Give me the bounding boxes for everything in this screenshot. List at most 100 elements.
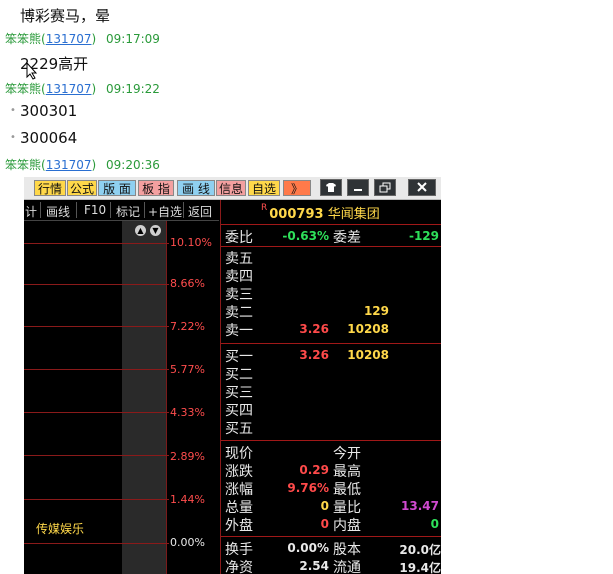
grid-line <box>24 412 169 413</box>
sector-label: 传媒娱乐 <box>36 522 85 536</box>
bullet-icon: • <box>10 132 16 143</box>
divider <box>221 246 441 247</box>
toolbar-item-f10[interactable]: F10 <box>84 203 106 217</box>
stock-flag: R <box>261 203 268 213</box>
grid-line <box>24 369 169 370</box>
stat-open-label: 今开 <box>333 446 361 462</box>
chat-meta: 笨笨熊(131707) 09:20:36 <box>5 158 160 172</box>
tab-layout[interactable]: 版 面 <box>98 180 136 196</box>
buy4-label: 买四 <box>225 403 253 419</box>
stat-net-assets-value: 2.54 <box>299 559 329 573</box>
weibi-label: 委比 <box>225 230 253 246</box>
sell1-volume: 10208 <box>347 322 389 336</box>
chat-user: 笨笨熊 <box>5 158 42 172</box>
stat-turnover-value: 0.00% <box>287 541 329 555</box>
chat-meta: 笨笨熊(131707) 09:17:09 <box>5 32 160 46</box>
tab-info[interactable]: 信息 <box>216 180 246 196</box>
stock-title: R 000793 华闻集团 <box>261 203 380 222</box>
chat-time: 09:19:22 <box>106 82 160 96</box>
toolbar-item-back[interactable]: 返回 <box>188 203 212 220</box>
percent-tick-label: 1.44% <box>170 493 205 506</box>
buy3-label: 买三 <box>225 385 253 401</box>
divider <box>183 202 184 218</box>
tab-watchlist[interactable]: 自选 <box>248 180 280 196</box>
toolbar-item-mark[interactable]: 标记 <box>116 203 140 220</box>
chart-price-column <box>122 221 166 574</box>
weicha-value: -129 <box>408 229 439 243</box>
shirt-icon[interactable] <box>320 179 342 196</box>
close-icon[interactable] <box>408 179 436 196</box>
buy1-volume: 10208 <box>347 348 389 362</box>
percent-tick-label: 5.77% <box>170 363 205 376</box>
grid-line <box>24 243 169 244</box>
stat-volume-ratio-value: 13.47 <box>401 499 439 513</box>
stat-price-label: 现价 <box>225 446 253 462</box>
toolbar-item-draw[interactable]: 画线 <box>46 203 70 220</box>
stat-shares-value: 20.0亿 <box>399 543 441 557</box>
chat-meta: 笨笨熊(131707) 09:19:22 <box>5 82 160 96</box>
window-titlebar: 行情 公式 版 面 板 指 画 线 信息 自选 》 <box>24 177 441 200</box>
chat-user-id-link[interactable]: 131707 <box>46 158 92 172</box>
chart-down-button[interactable]: ▼ <box>150 225 161 236</box>
sell3-label: 卖三 <box>225 287 253 303</box>
intraday-chart[interactable]: ▲ ▼ 10.10% 8.66% 7.22% 5.77% 4.33% 2.89%… <box>24 221 219 574</box>
stat-high-label: 最高 <box>333 464 361 480</box>
sell1-label: 卖一 <box>225 323 253 339</box>
stock-name: 华闻集团 <box>327 207 380 222</box>
stat-change-label: 涨跌 <box>225 464 253 480</box>
buy5-label: 买五 <box>225 421 253 437</box>
chat-user-id-link[interactable]: 131707 <box>46 82 92 96</box>
divider <box>144 202 145 218</box>
toolbar-item-add-watch[interactable]: +自选 <box>148 203 182 220</box>
tab-market[interactable]: 行情 <box>34 180 66 196</box>
stat-outer-label: 外盘 <box>225 518 253 534</box>
chat-time: 09:20:36 <box>106 158 160 172</box>
grid-line <box>24 543 169 544</box>
buy1-price: 3.26 <box>299 348 329 362</box>
stat-net-assets-label: 净资 <box>225 560 253 574</box>
percent-tick-label: 10.10% <box>170 236 212 249</box>
sell2-label: 卖二 <box>225 305 253 321</box>
sell1-price: 3.26 <box>299 322 329 336</box>
mouse-cursor-icon <box>26 62 38 80</box>
stat-inner-label: 内盘 <box>333 518 361 534</box>
percent-tick-label: 2.89% <box>170 450 205 463</box>
buy2-label: 买二 <box>225 367 253 383</box>
stat-volume-ratio-label: 量比 <box>333 500 361 516</box>
tab-more[interactable]: 》 <box>283 180 311 196</box>
tab-formula[interactable]: 公式 <box>67 180 97 196</box>
toolbar-item-calc[interactable]: 计 <box>25 203 37 220</box>
stat-change-pct-label: 涨幅 <box>225 482 253 498</box>
grid-line <box>24 455 169 456</box>
restore-icon[interactable] <box>374 179 396 196</box>
quote-panel: R 000793 华闻集团 委比 -0.63% 委差 -129 卖五 卖四 卖三 … <box>220 200 441 574</box>
divider <box>221 440 441 441</box>
weibi-value: -0.63% <box>282 229 329 243</box>
percent-tick-label: 7.22% <box>170 320 205 333</box>
chart-axis-line <box>166 221 167 574</box>
stat-change-value: 0.29 <box>299 463 329 477</box>
grid-line <box>24 326 169 327</box>
stat-turnover-label: 换手 <box>225 542 253 558</box>
stock-code: 000793 <box>269 207 324 222</box>
divider <box>221 343 441 344</box>
tab-draw[interactable]: 画 线 <box>177 180 215 196</box>
grid-line <box>24 284 169 285</box>
chat-message: 300064 <box>20 129 78 147</box>
stat-inner-value: 0 <box>430 517 439 531</box>
chat-message: 300301 <box>20 102 78 120</box>
percent-tick-label: 4.33% <box>170 406 205 419</box>
stat-outer-value: 0 <box>320 517 329 531</box>
sell4-label: 卖四 <box>225 269 253 285</box>
percent-tick-label: 0.00% <box>170 536 205 549</box>
stat-float-value: 19.4亿 <box>399 561 441 574</box>
chat-message: 博彩赛马，晕 <box>20 7 111 25</box>
divider <box>110 202 111 218</box>
stat-change-pct-value: 9.76% <box>287 481 329 495</box>
chat-user-id-link[interactable]: 131707 <box>46 32 92 46</box>
sell2-volume: 129 <box>363 304 389 318</box>
tab-sector-index[interactable]: 板 指 <box>138 180 174 196</box>
minimize-icon[interactable] <box>347 179 369 196</box>
chart-up-button[interactable]: ▲ <box>135 225 146 236</box>
chat-user: 笨笨熊 <box>5 82 42 96</box>
